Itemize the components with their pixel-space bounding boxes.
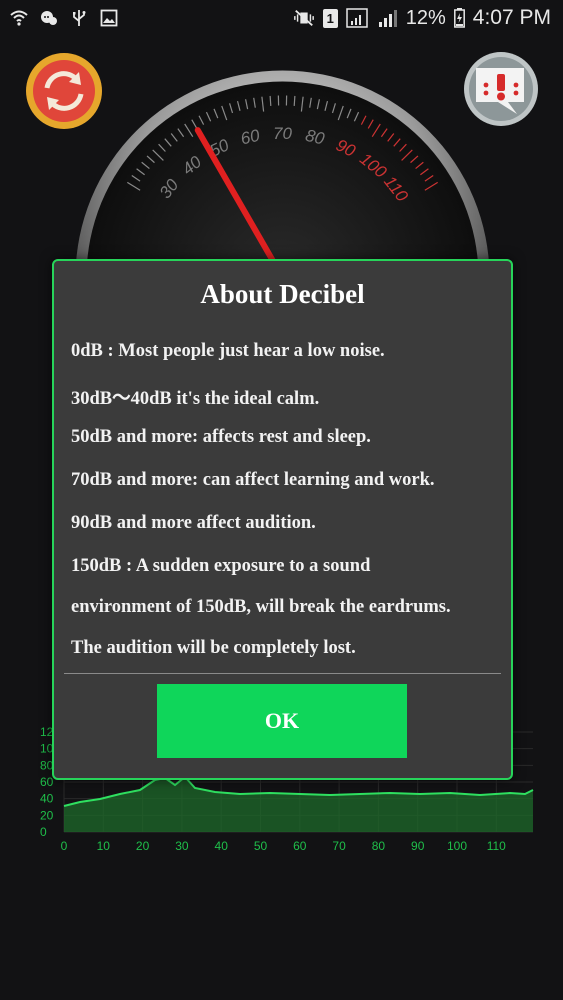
dialog-text-line: 90dB and more affect audition. (71, 513, 316, 533)
dialog-text-line: The audition will be completely lost. (71, 638, 356, 658)
dialog-text-line: 50dB and more: affects rest and sleep. (71, 427, 371, 447)
dialog-text-line: environment of 150dB, will break the ear… (71, 597, 451, 617)
ok-button[interactable]: OK (157, 684, 407, 758)
dialog-text-line: 150dB : A sudden exposure to a sound (71, 556, 371, 576)
about-decibel-dialog: About Decibel 0dB : Most people just hea… (52, 259, 513, 780)
dialog-text-line: 30dB～40dB it's the ideal calm. (71, 389, 320, 409)
dialog-divider (64, 673, 501, 674)
dialog-text-line: 0dB : Most people just hear a low noise. (71, 341, 385, 361)
modal-overlay: About Decibel 0dB : Most people just hea… (0, 0, 563, 1000)
dialog-title: About Decibel (200, 279, 365, 309)
dialog-text-line: 70dB and more: can affect learning and w… (71, 470, 435, 490)
